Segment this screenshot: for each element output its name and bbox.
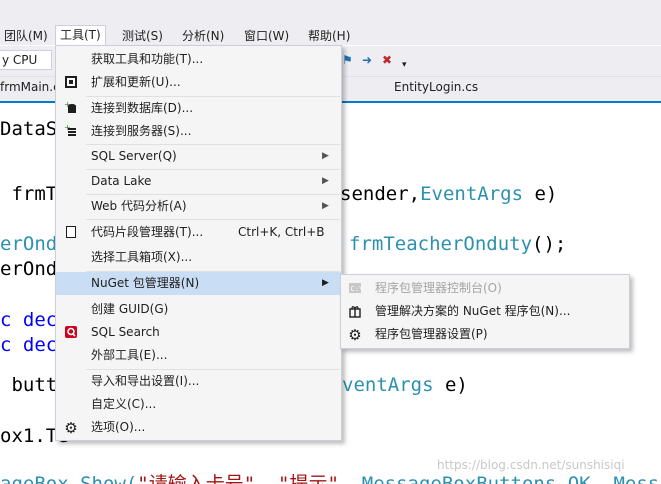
toolbar-next-bookmark-icon[interactable]: ➜ (362, 53, 372, 67)
menu-item-extensions[interactable]: 扩展和更新(U)... (56, 71, 341, 94)
menu-item-import-export-settings[interactable]: 导入和导出设置(I)... (56, 370, 341, 393)
code-line: c dec (0, 334, 58, 356)
menu-team[interactable]: 团队(M) (0, 27, 52, 45)
menu-item-options[interactable]: ⚙ 选项(O)... (56, 416, 341, 439)
tools-menu: 获取工具和功能(T)... 扩展和更新(U)... + 连接到数据库(D)...… (55, 45, 342, 441)
platform-combo[interactable]: y CPU (0, 50, 52, 70)
nuget-submenu: C:\ 程序包管理器控制台(O) 管理解决方案的 NuGet 程序包(N)...… (340, 274, 630, 349)
code-line: ventArgs e) (342, 374, 468, 396)
toolbar-bookmark-icon[interactable]: ⚑ (342, 53, 353, 67)
menu-item-snippets-manager[interactable]: 代码片段管理器(T)... Ctrl+K, Ctrl+B (56, 221, 341, 244)
toolbar-overflow-icon[interactable]: ▾ (402, 60, 407, 70)
title-bar-area (0, 0, 661, 24)
gear-icon: ⚙ (348, 326, 362, 344)
submenu-arrow-icon: ▶ (322, 201, 329, 211)
database-icon: + (63, 100, 79, 117)
menu-item-customize[interactable]: 自定义(C)... (56, 393, 341, 416)
menu-item-nuget-package-manager[interactable]: NuGet 包管理器(N) ▶ (56, 272, 341, 295)
menu-item-connect-database[interactable]: + 连接到数据库(D)... (56, 97, 341, 120)
package-icon (347, 304, 363, 320)
console-icon: C:\ (347, 281, 363, 297)
submenu-arrow-icon: ▶ (322, 176, 329, 186)
menu-window[interactable]: 窗口(W) (240, 27, 293, 45)
menu-item-create-guid[interactable]: 创建 GUID(G) (56, 298, 341, 321)
menu-item-sql-server[interactable]: SQL Server(Q) ▶ (56, 145, 341, 168)
submenu-item-manage-nuget-packages[interactable]: 管理解决方案的 NuGet 程序包(N)... (341, 300, 629, 323)
gear-icon: ⚙ (64, 419, 78, 437)
checkbox-icon (63, 225, 79, 241)
svg-text:C:\: C:\ (351, 285, 363, 293)
tab-frmmain[interactable]: frmMain.c (0, 80, 60, 94)
menu-item-web-code-analysis[interactable]: Web 代码分析(A) ▶ (56, 195, 341, 218)
submenu-arrow-icon: ▶ (322, 151, 329, 161)
tab-entitylogin[interactable]: EntityLogin.cs (394, 80, 478, 94)
svg-text:+: + (64, 101, 71, 109)
sql-search-icon (63, 325, 79, 341)
code-line: frmTeacherOnduty(); (349, 233, 567, 255)
menu-item-data-lake[interactable]: Data Lake ▶ (56, 170, 341, 193)
menu-item-external-tools[interactable]: 外部工具(E)... (56, 344, 341, 367)
menu-item-sql-search[interactable]: SQL Search (56, 321, 341, 344)
menu-item-connect-server[interactable]: + 连接到服务器(S)... (56, 120, 341, 143)
code-line: c dec (0, 309, 58, 331)
menu-help[interactable]: 帮助(H) (304, 27, 354, 45)
server-icon: + (63, 123, 79, 140)
menu-analyze[interactable]: 分析(N) (178, 27, 228, 45)
menu-separator (86, 219, 340, 220)
submenu-item-package-manager-settings[interactable]: ⚙ 程序包管理器设置(P) (341, 323, 629, 346)
menu-test[interactable]: 测试(S) (118, 27, 167, 45)
submenu-arrow-icon: ▶ (322, 278, 329, 288)
submenu-item-package-manager-console[interactable]: C:\ 程序包管理器控制台(O) (341, 277, 629, 300)
menu-item-choose-toolbox-items[interactable]: 选择工具箱项(X)... (56, 246, 341, 269)
toolbar-clear-bookmark-icon[interactable]: ✖ (382, 53, 392, 67)
watermark: https://blog.csdn.net/sunshisiqi (437, 458, 625, 472)
menu-tools[interactable]: 工具(T) (55, 25, 106, 46)
svg-text:+: + (64, 124, 71, 132)
extensions-icon (63, 75, 79, 91)
code-line: sender,EventArgs e) (340, 183, 558, 205)
menu-item-get-tools[interactable]: 获取工具和功能(T)... (56, 48, 341, 71)
